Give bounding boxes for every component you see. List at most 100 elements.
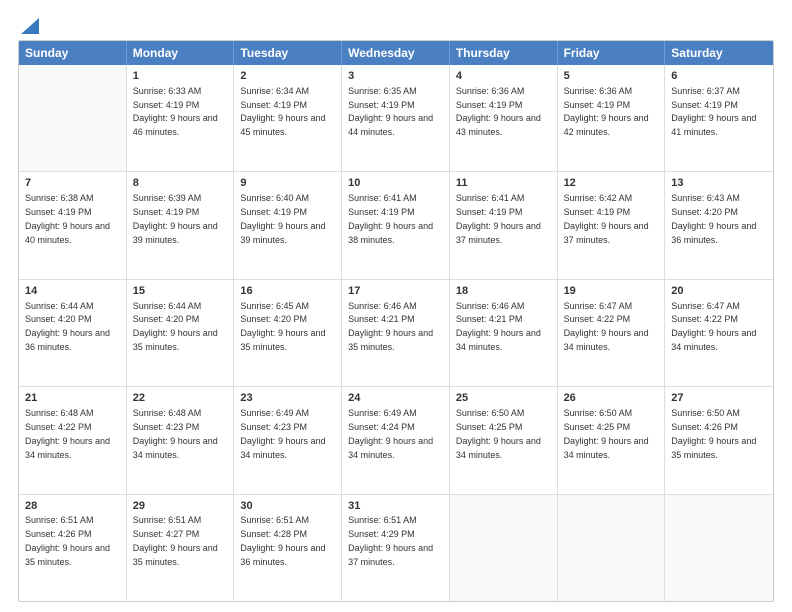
day-info: Sunrise: 6:33 AMSunset: 4:19 PMDaylight:… bbox=[133, 86, 218, 137]
day-info: Sunrise: 6:38 AMSunset: 4:19 PMDaylight:… bbox=[25, 193, 110, 244]
day-number: 19 bbox=[564, 284, 659, 299]
calendar-week-4: 21 Sunrise: 6:48 AMSunset: 4:22 PMDayligh… bbox=[19, 386, 773, 493]
calendar-cell: 9 Sunrise: 6:40 AMSunset: 4:19 PMDaylight… bbox=[234, 172, 342, 278]
day-info: Sunrise: 6:43 AMSunset: 4:20 PMDaylight:… bbox=[671, 193, 756, 244]
calendar-cell: 25Sunrise: 6:50 AMSunset: 4:25 PMDayligh… bbox=[450, 387, 558, 493]
calendar-cell: 30Sunrise: 6:51 AMSunset: 4:28 PMDayligh… bbox=[234, 495, 342, 601]
day-info: Sunrise: 6:41 AMSunset: 4:19 PMDaylight:… bbox=[456, 193, 541, 244]
day-info: Sunrise: 6:42 AMSunset: 4:19 PMDaylight:… bbox=[564, 193, 649, 244]
calendar-body: 1 Sunrise: 6:33 AMSunset: 4:19 PMDaylight… bbox=[19, 65, 773, 601]
day-info: Sunrise: 6:46 AMSunset: 4:21 PMDaylight:… bbox=[456, 301, 541, 352]
day-info: Sunrise: 6:47 AMSunset: 4:22 PMDaylight:… bbox=[671, 301, 756, 352]
calendar-cell bbox=[450, 495, 558, 601]
calendar-cell bbox=[665, 495, 773, 601]
day-info: Sunrise: 6:48 AMSunset: 4:22 PMDaylight:… bbox=[25, 408, 110, 459]
calendar-cell: 4 Sunrise: 6:36 AMSunset: 4:19 PMDaylight… bbox=[450, 65, 558, 171]
calendar-cell: 24 Sunrise: 6:49 AMSunset: 4:24 PMDayligh… bbox=[342, 387, 450, 493]
calendar-cell: 28Sunrise: 6:51 AMSunset: 4:26 PMDayligh… bbox=[19, 495, 127, 601]
day-info: Sunrise: 6:51 AMSunset: 4:26 PMDaylight:… bbox=[25, 515, 110, 566]
calendar-header-saturday: Saturday bbox=[665, 41, 773, 65]
calendar-cell: 23 Sunrise: 6:49 AMSunset: 4:23 PMDayligh… bbox=[234, 387, 342, 493]
calendar-cell: 27Sunrise: 6:50 AMSunset: 4:26 PMDayligh… bbox=[665, 387, 773, 493]
day-number: 20 bbox=[671, 284, 767, 299]
day-info: Sunrise: 6:45 AMSunset: 4:20 PMDaylight:… bbox=[240, 301, 325, 352]
day-number: 4 bbox=[456, 69, 551, 84]
day-info: Sunrise: 6:35 AMSunset: 4:19 PMDaylight:… bbox=[348, 86, 433, 137]
day-number: 18 bbox=[456, 284, 551, 299]
day-number: 16 bbox=[240, 284, 335, 299]
calendar-cell: 16 Sunrise: 6:45 AMSunset: 4:20 PMDayligh… bbox=[234, 280, 342, 386]
calendar-cell: 29Sunrise: 6:51 AMSunset: 4:27 PMDayligh… bbox=[127, 495, 235, 601]
day-number: 13 bbox=[671, 176, 767, 191]
day-number: 15 bbox=[133, 284, 228, 299]
day-info: Sunrise: 6:41 AMSunset: 4:19 PMDaylight:… bbox=[348, 193, 433, 244]
day-info: Sunrise: 6:46 AMSunset: 4:21 PMDaylight:… bbox=[348, 301, 433, 352]
day-number: 23 bbox=[240, 391, 335, 406]
calendar-cell: 26Sunrise: 6:50 AMSunset: 4:25 PMDayligh… bbox=[558, 387, 666, 493]
day-number: 30 bbox=[240, 499, 335, 514]
header bbox=[18, 18, 774, 32]
day-info: Sunrise: 6:44 AMSunset: 4:20 PMDaylight:… bbox=[25, 301, 110, 352]
calendar-header-wednesday: Wednesday bbox=[342, 41, 450, 65]
day-number: 14 bbox=[25, 284, 120, 299]
day-number: 2 bbox=[240, 69, 335, 84]
calendar-header-sunday: Sunday bbox=[19, 41, 127, 65]
day-number: 11 bbox=[456, 176, 551, 191]
day-info: Sunrise: 6:49 AMSunset: 4:24 PMDaylight:… bbox=[348, 408, 433, 459]
day-number: 3 bbox=[348, 69, 443, 84]
day-number: 22 bbox=[133, 391, 228, 406]
calendar-cell: 21 Sunrise: 6:48 AMSunset: 4:22 PMDayligh… bbox=[19, 387, 127, 493]
calendar-cell: 1 Sunrise: 6:33 AMSunset: 4:19 PMDaylight… bbox=[127, 65, 235, 171]
calendar-cell: 2 Sunrise: 6:34 AMSunset: 4:19 PMDaylight… bbox=[234, 65, 342, 171]
calendar-cell: 20 Sunrise: 6:47 AMSunset: 4:22 PMDayligh… bbox=[665, 280, 773, 386]
day-number: 31 bbox=[348, 499, 443, 514]
page: SundayMondayTuesdayWednesdayThursdayFrid… bbox=[0, 0, 792, 612]
calendar-cell: 7 Sunrise: 6:38 AMSunset: 4:19 PMDaylight… bbox=[19, 172, 127, 278]
calendar-cell: 18 Sunrise: 6:46 AMSunset: 4:21 PMDayligh… bbox=[450, 280, 558, 386]
calendar-cell bbox=[558, 495, 666, 601]
day-number: 1 bbox=[133, 69, 228, 84]
calendar-week-5: 28Sunrise: 6:51 AMSunset: 4:26 PMDayligh… bbox=[19, 494, 773, 601]
calendar-cell: 17 Sunrise: 6:46 AMSunset: 4:21 PMDayligh… bbox=[342, 280, 450, 386]
day-info: Sunrise: 6:36 AMSunset: 4:19 PMDaylight:… bbox=[564, 86, 649, 137]
logo-triangle-icon bbox=[21, 18, 39, 34]
day-info: Sunrise: 6:50 AMSunset: 4:25 PMDaylight:… bbox=[456, 408, 541, 459]
day-number: 7 bbox=[25, 176, 120, 191]
calendar-cell: 19 Sunrise: 6:47 AMSunset: 4:22 PMDayligh… bbox=[558, 280, 666, 386]
day-number: 8 bbox=[133, 176, 228, 191]
day-info: Sunrise: 6:40 AMSunset: 4:19 PMDaylight:… bbox=[240, 193, 325, 244]
logo bbox=[18, 18, 39, 32]
day-info: Sunrise: 6:51 AMSunset: 4:29 PMDaylight:… bbox=[348, 515, 433, 566]
day-number: 5 bbox=[564, 69, 659, 84]
calendar-cell: 12Sunrise: 6:42 AMSunset: 4:19 PMDayligh… bbox=[558, 172, 666, 278]
day-number: 21 bbox=[25, 391, 120, 406]
calendar: SundayMondayTuesdayWednesdayThursdayFrid… bbox=[18, 40, 774, 602]
day-info: Sunrise: 6:34 AMSunset: 4:19 PMDaylight:… bbox=[240, 86, 325, 137]
calendar-cell: 15 Sunrise: 6:44 AMSunset: 4:20 PMDayligh… bbox=[127, 280, 235, 386]
day-info: Sunrise: 6:49 AMSunset: 4:23 PMDaylight:… bbox=[240, 408, 325, 459]
day-info: Sunrise: 6:39 AMSunset: 4:19 PMDaylight:… bbox=[133, 193, 218, 244]
day-number: 24 bbox=[348, 391, 443, 406]
calendar-cell: 13 Sunrise: 6:43 AMSunset: 4:20 PMDayligh… bbox=[665, 172, 773, 278]
day-number: 10 bbox=[348, 176, 443, 191]
day-info: Sunrise: 6:50 AMSunset: 4:25 PMDaylight:… bbox=[564, 408, 649, 459]
calendar-week-3: 14 Sunrise: 6:44 AMSunset: 4:20 PMDayligh… bbox=[19, 279, 773, 386]
day-number: 28 bbox=[25, 499, 120, 514]
calendar-header-friday: Friday bbox=[558, 41, 666, 65]
day-number: 29 bbox=[133, 499, 228, 514]
day-info: Sunrise: 6:37 AMSunset: 4:19 PMDaylight:… bbox=[671, 86, 756, 137]
day-info: Sunrise: 6:51 AMSunset: 4:27 PMDaylight:… bbox=[133, 515, 218, 566]
calendar-cell: 6 Sunrise: 6:37 AMSunset: 4:19 PMDaylight… bbox=[665, 65, 773, 171]
calendar-cell: 8 Sunrise: 6:39 AMSunset: 4:19 PMDaylight… bbox=[127, 172, 235, 278]
day-number: 6 bbox=[671, 69, 767, 84]
calendar-header: SundayMondayTuesdayWednesdayThursdayFrid… bbox=[19, 41, 773, 65]
day-info: Sunrise: 6:44 AMSunset: 4:20 PMDaylight:… bbox=[133, 301, 218, 352]
calendar-header-monday: Monday bbox=[127, 41, 235, 65]
day-number: 17 bbox=[348, 284, 443, 299]
day-info: Sunrise: 6:47 AMSunset: 4:22 PMDaylight:… bbox=[564, 301, 649, 352]
day-number: 9 bbox=[240, 176, 335, 191]
calendar-cell: 31Sunrise: 6:51 AMSunset: 4:29 PMDayligh… bbox=[342, 495, 450, 601]
calendar-cell: 5 Sunrise: 6:36 AMSunset: 4:19 PMDaylight… bbox=[558, 65, 666, 171]
calendar-cell: 11 Sunrise: 6:41 AMSunset: 4:19 PMDayligh… bbox=[450, 172, 558, 278]
day-info: Sunrise: 6:36 AMSunset: 4:19 PMDaylight:… bbox=[456, 86, 541, 137]
